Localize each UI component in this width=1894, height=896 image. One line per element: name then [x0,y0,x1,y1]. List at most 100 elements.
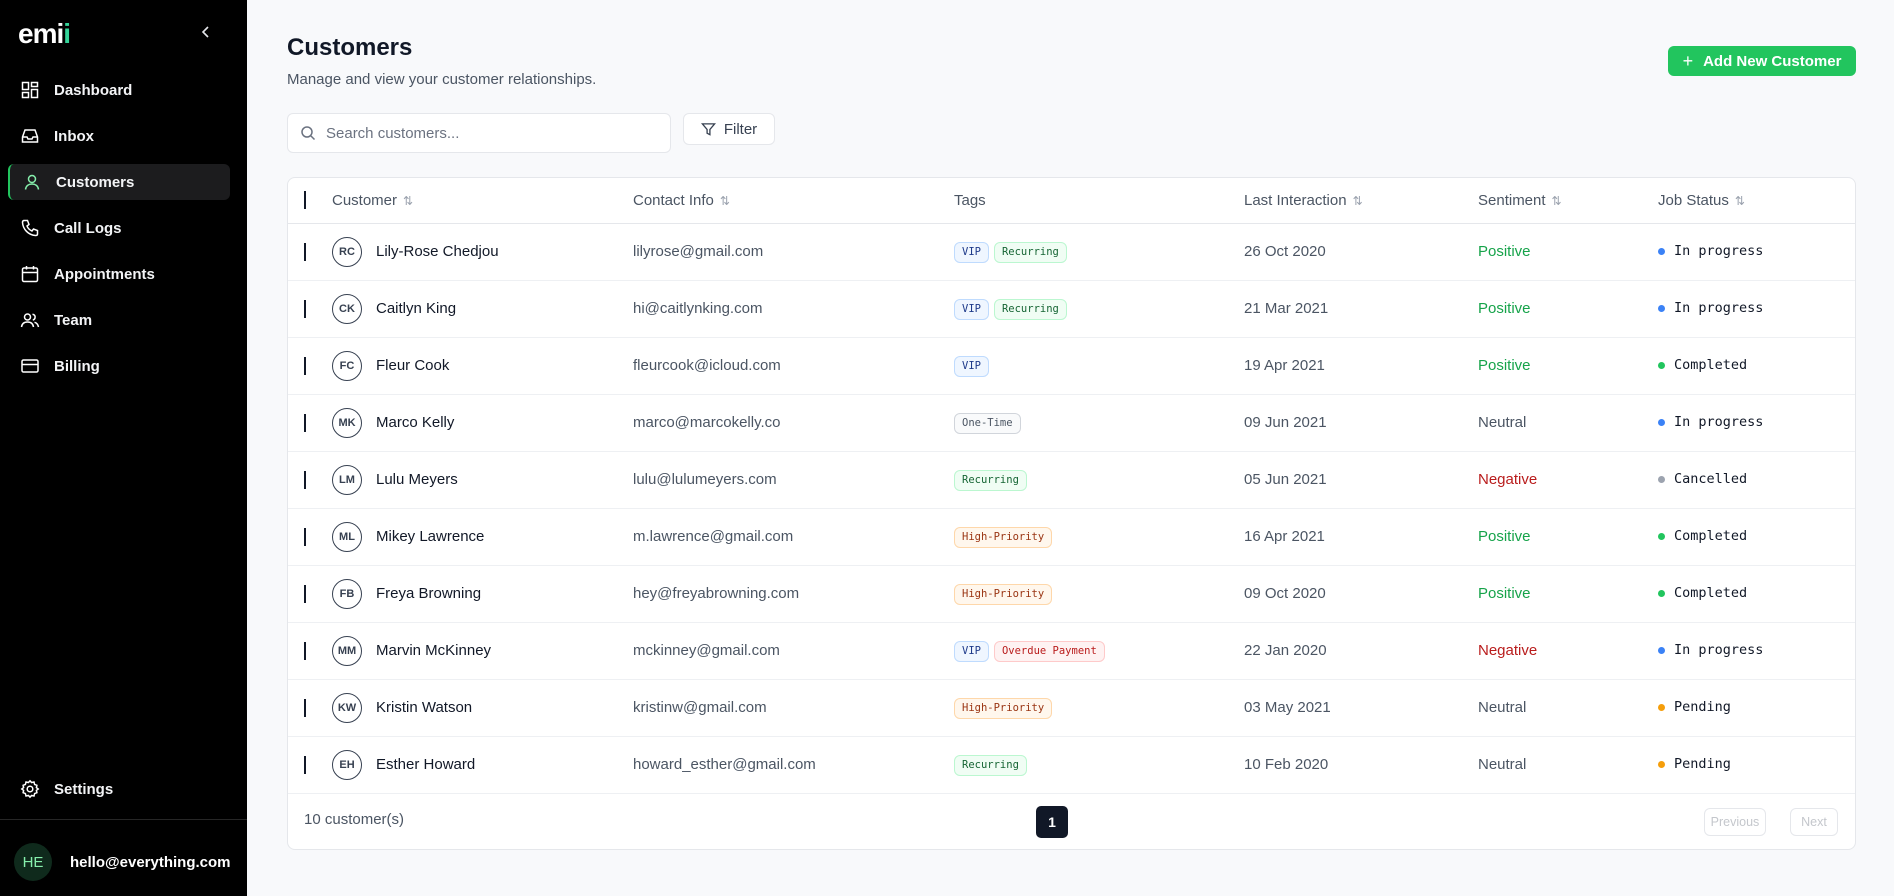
sidebar-item-inbox[interactable]: Inbox [8,118,230,154]
customer-name[interactable]: Marco Kelly [376,414,454,431]
tag-badge: Recurring [954,470,1027,491]
tag-badge: High-Priority [954,698,1053,719]
column-label: Tags [954,192,986,209]
status-dot [1658,760,1665,768]
sidebar-item-label: Billing [54,357,100,375]
row-checkbox[interactable] [304,357,306,375]
table-row[interactable]: FC Fleur Cook fleurcook@icloud.com VIP 19 Ap… [288,338,1855,395]
phone-icon [20,218,40,238]
customer-name[interactable]: Marvin McKinney [376,642,491,659]
status-label: Pending [1674,756,1731,772]
customer-name[interactable]: Freya Browning [376,585,481,602]
avatar: EH [332,750,362,780]
row-checkbox[interactable] [304,585,306,603]
column-header-customer[interactable]: Customer ⇅ [332,192,413,209]
column-header-sentiment[interactable]: Sentiment ⇅ [1478,192,1562,209]
sidebar-item-dashboard[interactable]: Dashboard [8,72,230,108]
table-row[interactable]: MK Marco Kelly marco@marcokelly.co One-Time… [288,395,1855,452]
sidebar-item-team[interactable]: Team [8,302,230,338]
customer-name[interactable]: Fleur Cook [376,357,449,374]
customer-email: fleurcook@icloud.com [633,357,781,374]
next-page-button[interactable]: Next [1790,808,1838,836]
avatar: FB [332,579,362,609]
select-all-checkbox[interactable] [304,191,306,209]
sidebar-item-label: Settings [54,780,114,798]
status-dot [1658,247,1665,255]
tag-list: High-Priority [954,584,1053,605]
column-header-job-status[interactable]: Job Status ⇅ [1658,192,1745,209]
row-checkbox[interactable] [304,243,306,261]
sort-icon: ⇅ [403,193,414,208]
row-checkbox[interactable] [304,300,306,318]
column-header-last-interaction[interactable]: Last Interaction ⇅ [1244,192,1363,209]
avatar: MM [332,636,362,666]
tag-badge: VIP [954,356,989,377]
tag-list: VIP Recurring [954,242,1067,263]
row-checkbox[interactable] [304,699,306,717]
user-email: hello@everything.com [70,853,231,871]
customer-name[interactable]: Caitlyn King [376,300,456,317]
row-checkbox[interactable] [304,756,306,774]
table-row[interactable]: KW Kristin Watson kristinw@gmail.com High-P… [288,680,1855,737]
job-status: In progress [1658,243,1763,259]
table-row[interactable]: ML Mikey Lawrence m.lawrence@gmail.com High… [288,509,1855,566]
sentiment-label: Negative [1478,471,1538,488]
last-interaction-date: 16 Apr 2021 [1244,528,1325,545]
sentiment-label: Positive [1478,357,1531,374]
customer-name[interactable]: Lulu Meyers [376,471,458,488]
table-footer: 10 customer(s) 1 Previous Next [288,789,1855,849]
sidebar-item-appointments[interactable]: Appointments [8,256,230,292]
search-input[interactable] [326,124,646,142]
job-status: In progress [1658,642,1763,658]
table-row[interactable]: LM Lulu Meyers lulu@lulumeyers.com Recurrin… [288,452,1855,509]
filter-button[interactable]: Filter [683,113,775,145]
page-button-current[interactable]: 1 [1036,806,1068,838]
sidebar-item-call-logs[interactable]: Call Logs [8,210,230,246]
add-new-customer-button[interactable]: + Add New Customer [1668,46,1856,76]
table-row[interactable]: CK Caitlyn King hi@caitlynking.com VIP Recur… [288,281,1855,338]
customer-email: marco@marcokelly.co [633,414,781,431]
customer-email: lilyrose@gmail.com [633,243,764,260]
sidebar-item-settings[interactable]: Settings [8,771,230,807]
column-label: Last Interaction [1244,192,1347,209]
table-row[interactable]: EH Esther Howard howard_esther@gmail.com Re… [288,737,1855,794]
previous-page-button[interactable]: Previous [1704,808,1766,836]
sentiment-label: Neutral [1478,699,1527,716]
avatar: HE [14,843,52,881]
collapse-sidebar-button[interactable] [198,22,214,44]
status-dot [1658,475,1665,483]
tag-badge: Recurring [954,755,1027,776]
avatar: FC [332,351,362,381]
column-header-contact[interactable]: Contact Info ⇅ [633,192,730,209]
column-label: Sentiment [1478,192,1546,209]
job-status: Completed [1658,528,1747,544]
page-title: Customers [287,34,413,61]
column-label: Job Status [1658,192,1729,209]
user-profile[interactable]: HE hello@everything.com [14,843,231,881]
sentiment-label: Neutral [1478,756,1527,773]
table-row[interactable]: RC Lily-Rose Chedjou lilyrose@gmail.com VIP… [288,224,1855,281]
row-checkbox[interactable] [304,471,306,489]
customer-email: lulu@lulumeyers.com [633,471,777,488]
users-icon [20,310,40,330]
row-checkbox[interactable] [304,528,306,546]
sidebar-item-label: Customers [56,173,135,191]
customer-name[interactable]: Lily-Rose Chedjou [376,243,499,260]
credit-card-icon [20,356,40,376]
inbox-icon [20,126,40,146]
sidebar-item-billing[interactable]: Billing [8,348,230,384]
table-row[interactable]: FB Freya Browning hey@freyabrowning.com Hig… [288,566,1855,623]
last-interaction-date: 21 Mar 2021 [1244,300,1329,317]
app-logo[interactable]: emii [18,18,71,50]
customer-name[interactable]: Mikey Lawrence [376,528,484,545]
tag-list: VIP Overdue Payment [954,641,1105,662]
sidebar-item-customers[interactable]: Customers [8,164,230,200]
row-checkbox[interactable] [304,642,306,660]
table-row[interactable]: MM Marvin McKinney mckinney@gmail.com VIP Ov… [288,623,1855,680]
row-checkbox[interactable] [304,414,306,432]
grid-icon [20,80,40,100]
customer-name[interactable]: Kristin Watson [376,699,472,716]
tag-badge: Overdue Payment [993,641,1105,662]
customer-name[interactable]: Esther Howard [376,756,475,773]
tag-badge: VIP [954,242,989,263]
